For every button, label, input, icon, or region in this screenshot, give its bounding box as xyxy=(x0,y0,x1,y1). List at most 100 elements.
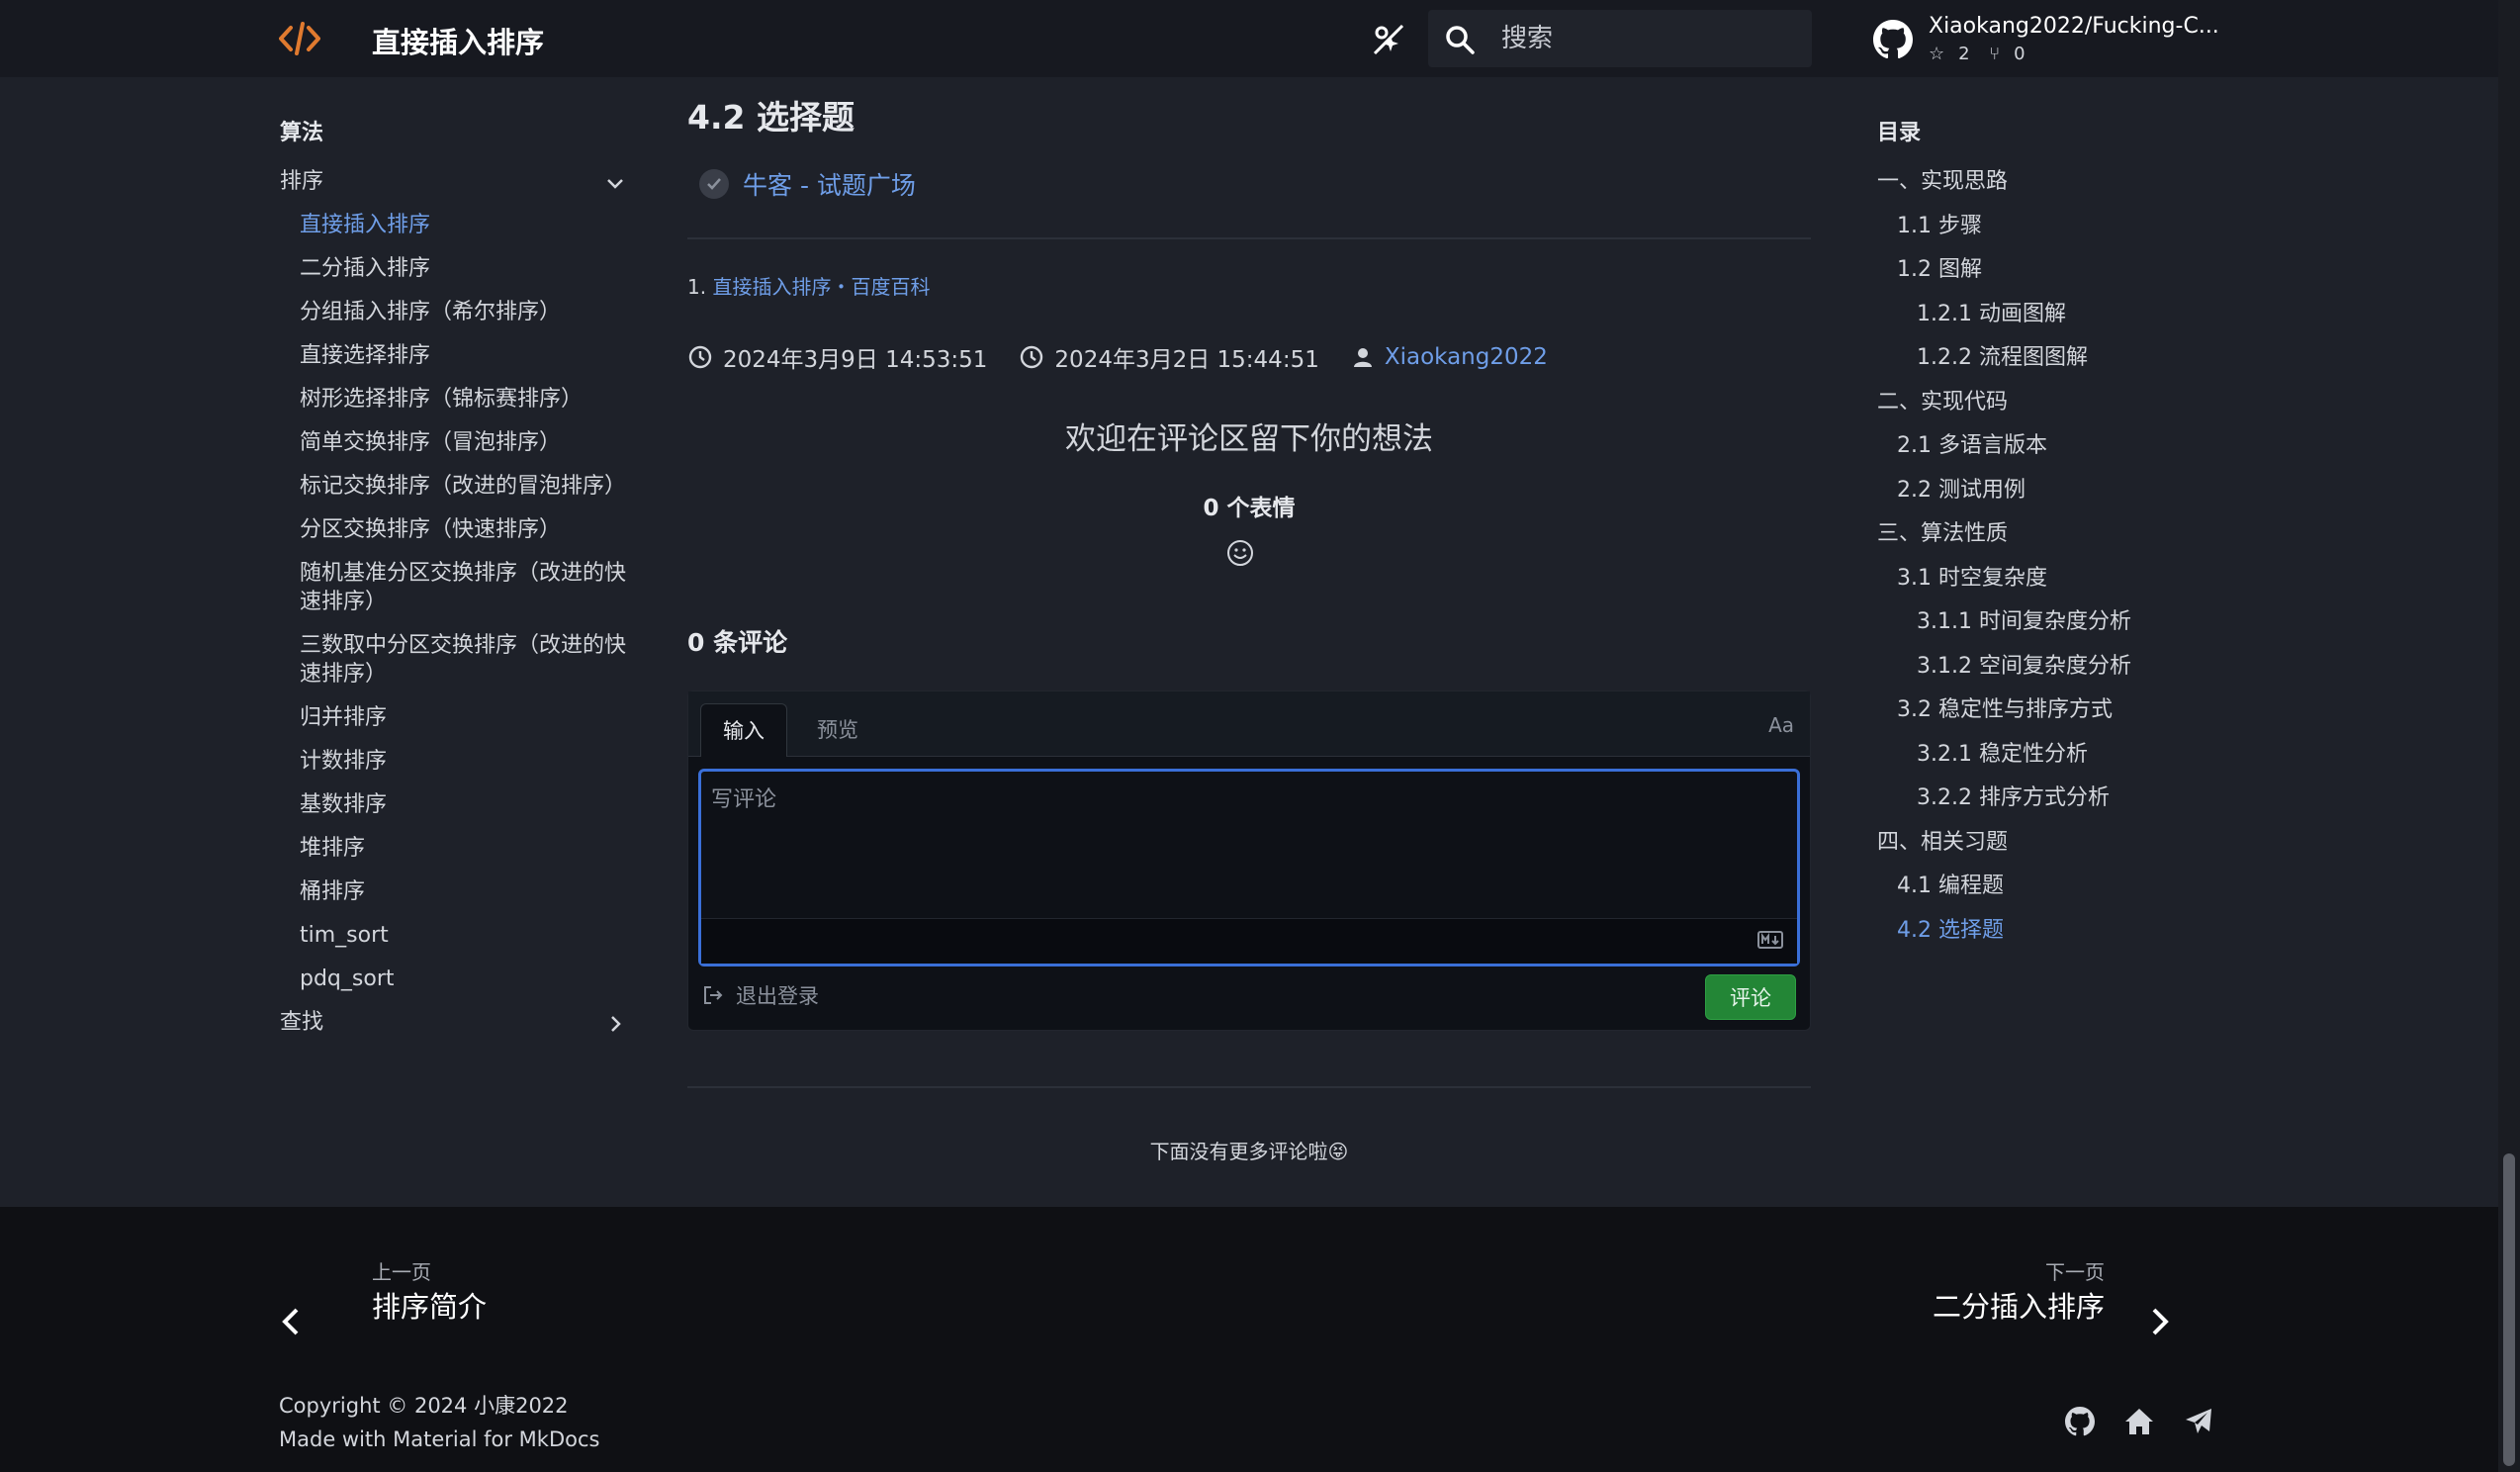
author: Xiaokang2022 xyxy=(1351,344,1548,370)
divider xyxy=(687,237,1811,239)
toc-item[interactable]: 1.2.1 动画图解 xyxy=(1877,293,2253,337)
chevron-left-icon xyxy=(282,1308,299,1335)
prev-page-title: 排序简介 xyxy=(372,1290,488,1324)
footnote-link[interactable]: 直接插入排序・百度百科 xyxy=(712,275,930,299)
toc-item[interactable]: 3.2.2 排序方式分析 xyxy=(1877,777,2253,821)
toc-item[interactable]: 2.2 测试用例 xyxy=(1877,469,2253,513)
nav-item[interactable]: 树形选择排序（锦标赛排序） xyxy=(280,378,626,421)
nav-item[interactable]: 归并排序 xyxy=(280,696,626,740)
reactions-count: 0 个表情 xyxy=(1203,496,1296,521)
table-of-contents: 目录 一、实现思路 1.1 步骤 1.2 图解 1.2.1 动画图解 1.2.2 流程图… xyxy=(1877,117,2253,953)
footnote-index: 1. xyxy=(687,275,707,299)
toc-item[interactable]: 1.2.2 流程图图解 xyxy=(1877,336,2253,381)
no-more-comments: 下面没有更多评论啦😝 xyxy=(1149,1140,1349,1163)
toc-item[interactable]: 四、相关习题 xyxy=(1877,821,2253,866)
author-link[interactable]: Xiaokang2022 xyxy=(1385,344,1548,370)
chevron-right-icon xyxy=(611,1016,621,1032)
toc-item[interactable]: 1.1 步骤 xyxy=(1877,205,2253,249)
search-input[interactable] xyxy=(1501,10,1798,67)
task-item[interactable]: 牛客 - 试题广场 xyxy=(699,166,916,202)
star-icon: ☆ xyxy=(1929,44,1945,64)
toc-item[interactable]: 三、算法性质 xyxy=(1877,512,2253,557)
nav-item[interactable]: 桶排序 xyxy=(280,871,626,914)
clock-history-icon xyxy=(688,345,712,369)
toc-item[interactable]: 3.1 时空复杂度 xyxy=(1877,557,2253,601)
tab-write[interactable]: 输入 xyxy=(700,703,787,757)
home-icon[interactable] xyxy=(2122,1405,2156,1438)
logout-button[interactable]: 退出登录 xyxy=(702,980,819,1010)
nav-section-search[interactable]: 查找 xyxy=(280,1001,626,1045)
nav-item[interactable]: 堆排序 xyxy=(280,827,626,871)
sign-out-icon xyxy=(704,986,723,1004)
comment-input[interactable] xyxy=(711,782,1779,920)
toc-item[interactable]: 1.2 图解 xyxy=(1877,248,2253,293)
palette-toggle-icon[interactable] xyxy=(1369,20,1408,59)
nav-section-sort[interactable]: 排序 xyxy=(280,160,626,204)
prev-page-direction: 上一页 xyxy=(372,1260,431,1284)
code-logo-icon[interactable] xyxy=(279,22,320,55)
page-scrollbar[interactable] xyxy=(2498,0,2520,1472)
nav-items: 直接插入排序 二分插入排序 分组插入排序（希尔排序） 直接选择排序 树形选择排序（锦标赛… xyxy=(280,204,626,1001)
toc-item[interactable]: 3.2 稳定性与排序方式 xyxy=(1877,689,2253,733)
next-page-title: 二分插入排序 xyxy=(1932,1290,2105,1324)
toc-heading: 目录 xyxy=(1877,121,1922,145)
tab-preview[interactable]: 预览 xyxy=(795,703,880,757)
search-icon xyxy=(1446,26,1475,54)
search-box[interactable] xyxy=(1428,10,1812,67)
telegram-icon[interactable] xyxy=(2182,1405,2215,1438)
toc-items: 一、实现思路 1.1 步骤 1.2 图解 1.2.1 动画图解 1.2.2 流程图图解二… xyxy=(1877,160,2253,953)
section-heading: 4.2 选择题 xyxy=(687,98,855,137)
scrollbar-thumb[interactable] xyxy=(2503,1153,2515,1466)
copyright: Copyright © 2024 小康2022 Made with Materi… xyxy=(279,1389,599,1456)
markdown-bar xyxy=(701,918,1797,964)
updated-date: 2024年3月9日 14:53:51 xyxy=(687,340,987,374)
toc-item[interactable]: 3.1.2 空间复杂度分析 xyxy=(1877,645,2253,690)
divider xyxy=(687,1086,1811,1088)
fork-icon: ⑂ xyxy=(1989,44,2001,64)
submit-comment-button[interactable]: 评论 xyxy=(1705,974,1796,1020)
task-link[interactable]: 牛客 - 试题广场 xyxy=(743,166,916,202)
site-title: 直接插入排序 xyxy=(372,26,545,59)
nav-item[interactable]: pdq_sort xyxy=(280,958,626,1001)
toc-item[interactable]: 3.2.1 稳定性分析 xyxy=(1877,733,2253,778)
nav-section-label: 查找 xyxy=(280,1010,324,1035)
nav-heading: 算法 xyxy=(280,121,324,145)
page-meta: 2024年3月9日 14:53:51 2024年3月2日 15:44:51 Xi… xyxy=(687,340,1579,374)
primary-sidebar: 算法 排序 直接插入排序 二分插入排序 分组插入排序（希尔排序） 直接选择排序 树形选择… xyxy=(280,117,626,1045)
nav-item[interactable]: 直接插入排序 xyxy=(280,204,626,247)
nav-item[interactable]: 分区交换排序（快速排序） xyxy=(280,508,626,552)
github-icon[interactable] xyxy=(2063,1405,2097,1438)
toc-item[interactable]: 4.1 编程题 xyxy=(1877,865,2253,909)
toc-item[interactable]: 2.1 多语言版本 xyxy=(1877,424,2253,469)
nav-item[interactable]: 三数取中分区交换排序（改进的快速排序） xyxy=(280,624,626,696)
nav-item[interactable]: 计数排序 xyxy=(280,740,626,783)
top-header: 直接插入排序 Xiaokang2022/Fucking-C... ☆ 2 ⑂ 0 xyxy=(0,0,2498,77)
copyright-text: Copyright © 2024 小康2022 xyxy=(279,1394,569,1418)
toc-item[interactable]: 4.2 选择题 xyxy=(1877,909,2253,954)
nav-item[interactable]: 标记交换排序（改进的冒泡排序） xyxy=(280,465,626,508)
nav-item[interactable]: 二分插入排序 xyxy=(280,247,626,291)
logout-label: 退出登录 xyxy=(736,984,819,1008)
smiley-icon[interactable] xyxy=(1225,538,1255,568)
created-date-text: 2024年3月2日 15:44:51 xyxy=(1054,347,1319,373)
nav-section-label: 排序 xyxy=(280,169,324,194)
nav-item[interactable]: 基数排序 xyxy=(280,783,626,827)
social-links xyxy=(2063,1405,2215,1438)
nav-item[interactable]: 直接选择排序 xyxy=(280,334,626,378)
nav-item[interactable]: tim_sort xyxy=(280,914,626,958)
toc-item[interactable]: 一、实现思路 xyxy=(1877,160,2253,205)
next-page-direction: 下一页 xyxy=(2045,1260,2105,1284)
toc-item[interactable]: 二、实现代码 xyxy=(1877,381,2253,425)
updated-date-text: 2024年3月9日 14:53:51 xyxy=(723,347,988,373)
font-toggle-button[interactable]: Aa xyxy=(1768,713,1794,737)
markdown-icon xyxy=(1757,931,1783,949)
toc-item[interactable]: 3.1.1 时间复杂度分析 xyxy=(1877,600,2253,645)
repo-stats: ☆ 2 ⑂ 0 xyxy=(1929,44,2039,64)
nav-item[interactable]: 分组插入排序（希尔排序） xyxy=(280,291,626,334)
repo-name: Xiaokang2022/Fucking-C... xyxy=(1929,14,2219,39)
fork-count: 0 xyxy=(2014,44,2025,64)
star-count: 2 xyxy=(1958,44,1970,64)
person-icon xyxy=(1353,348,1372,367)
nav-item[interactable]: 简单交换排序（冒泡排序） xyxy=(280,421,626,465)
nav-item[interactable]: 随机基准分区交换排序（改进的快速排序） xyxy=(280,552,626,624)
